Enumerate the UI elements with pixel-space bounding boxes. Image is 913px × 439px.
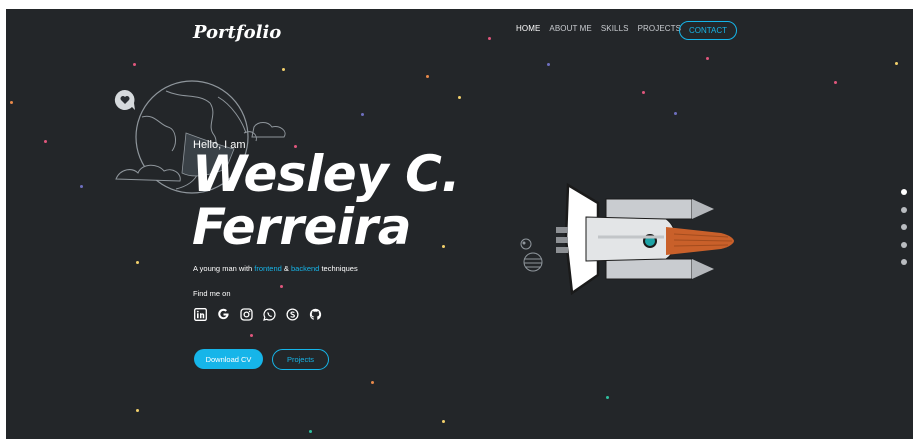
pagination-dot-5[interactable] <box>901 259 907 265</box>
main-nav: HOME ABOUT ME SKILLS PROJECTS <box>516 24 690 33</box>
nav-home[interactable]: HOME <box>516 24 540 33</box>
hero-section: Portfolio HOME ABOUT ME SKILLS PROJECTS … <box>6 9 913 439</box>
space-shuttle-illustration <box>556 182 734 296</box>
pagination-dot-2[interactable] <box>901 206 907 213</box>
whatsapp-icon[interactable] <box>262 307 276 321</box>
hero-name: Wesley C. Ferreira <box>192 148 460 254</box>
tagline-frontend: frontend <box>254 264 282 273</box>
github-icon[interactable] <box>308 307 322 321</box>
find-me-label: Find me on <box>193 289 231 298</box>
pagination-dot-1[interactable] <box>901 189 907 195</box>
projects-button[interactable]: Projects <box>272 349 329 370</box>
contact-button[interactable]: CONTACT <box>679 21 737 40</box>
tagline-mid: & <box>281 264 291 273</box>
section-pagination <box>901 189 907 277</box>
social-links <box>193 307 331 321</box>
nav-about-me[interactable]: ABOUT ME <box>549 24 591 33</box>
tagline-prefix: A young man with <box>193 264 255 273</box>
tagline-backend: backend <box>291 264 320 273</box>
tagline-suffix: techniques <box>319 264 358 273</box>
skype-icon[interactable] <box>285 307 299 321</box>
download-cv-button[interactable]: Download CV <box>194 349 263 369</box>
nav-projects[interactable]: PROJECTS <box>638 24 681 33</box>
google-icon[interactable] <box>216 307 230 321</box>
linkedin-icon[interactable] <box>193 307 207 321</box>
small-planets-illustration <box>520 238 543 272</box>
pagination-dot-4[interactable] <box>901 241 907 248</box>
logo[interactable]: Portfolio <box>193 22 281 43</box>
tagline: A young man with frontend & backend tech… <box>193 264 358 273</box>
instagram-icon[interactable] <box>239 307 253 321</box>
heart-chat-bubble-icon <box>114 89 135 110</box>
name-line-1: Wesley C. <box>192 145 460 203</box>
nav-skills[interactable]: SKILLS <box>601 24 629 33</box>
pagination-dot-3[interactable] <box>901 224 907 230</box>
name-line-2: Ferreira <box>192 198 411 256</box>
